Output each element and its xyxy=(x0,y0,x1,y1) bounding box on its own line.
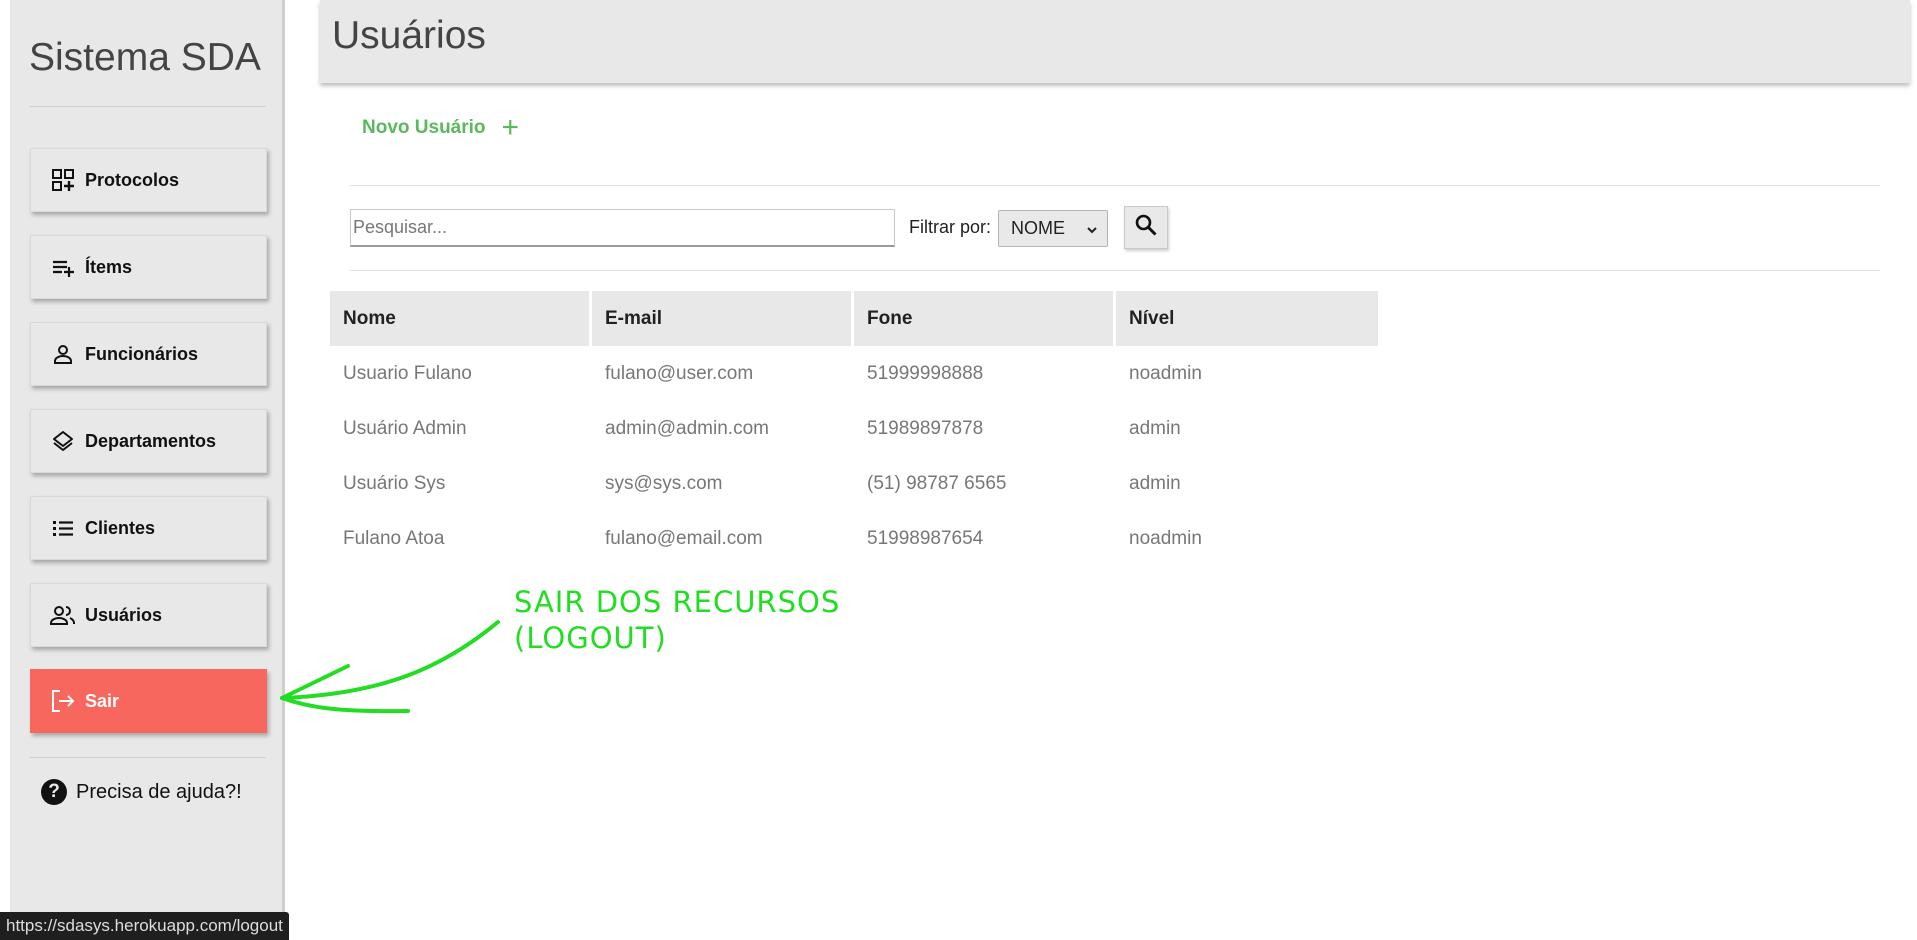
layers-icon xyxy=(50,428,76,454)
filter-selected-value: NOME xyxy=(1011,218,1065,238)
sidebar-divider xyxy=(29,757,266,758)
people-icon xyxy=(50,602,76,628)
sidebar-item-label: Clientes xyxy=(85,517,156,538)
new-user-button[interactable]: Novo Usuário + xyxy=(362,111,520,144)
list-icon xyxy=(50,515,76,541)
question-icon: ? xyxy=(41,779,67,805)
page-title: Usuários xyxy=(332,14,486,57)
table-row[interactable]: Usuário Sys sys@sys.com (51) 98787 6565 … xyxy=(330,456,1378,511)
table-header-row: Nome E-mail Fone Nível xyxy=(330,291,1378,346)
logout-label: Sair xyxy=(85,690,120,711)
search-button[interactable] xyxy=(1124,206,1168,249)
help-link[interactable]: ? Precisa de ajuda?! xyxy=(41,779,242,805)
column-header-email[interactable]: E-mail xyxy=(592,291,854,346)
cell-nome: Usuário Sys xyxy=(343,472,446,494)
table-row[interactable]: Usuario Fulano fulano@user.com 519999988… xyxy=(330,346,1378,401)
table-row[interactable]: Fulano Atoa fulano@email.com 51998987654… xyxy=(330,511,1378,566)
annotation-arrow xyxy=(280,620,500,714)
logout-annotation: SAIR DOS RECURSOS (LOGOUT) xyxy=(514,584,840,656)
sidebar-item-label: Funcionários xyxy=(85,343,199,364)
sidebar-item-departamentos[interactable]: Departamentos xyxy=(30,409,267,473)
cell-fone: 51989897878 xyxy=(867,417,984,439)
sidebar-item-protocolos[interactable]: Protocolos xyxy=(30,148,267,212)
playlist-add-icon xyxy=(50,254,76,280)
status-bar-url: https://sdasys.herokuapp.com/logout xyxy=(0,912,289,940)
column-header-nome[interactable]: Nome xyxy=(330,291,592,346)
filter-label: Filtrar por: xyxy=(909,217,992,237)
cell-fone: 51999998888 xyxy=(867,362,984,384)
logout-icon xyxy=(50,688,76,714)
cell-email: admin@admin.com xyxy=(605,417,769,439)
cell-nivel: admin xyxy=(1129,472,1181,494)
cell-email: fulano@user.com xyxy=(605,362,754,384)
logout-button[interactable]: Sair xyxy=(30,669,267,733)
new-user-label: Novo Usuário xyxy=(362,117,486,138)
chevron-down-icon xyxy=(1085,221,1099,242)
column-header-nivel[interactable]: Nível xyxy=(1116,291,1378,346)
cell-nivel: admin xyxy=(1129,417,1181,439)
person-icon xyxy=(50,341,76,367)
grid-plus-icon xyxy=(50,167,76,193)
sidebar: Sistema SDA Protocolos Ítems Funcionário… xyxy=(10,0,285,940)
table-row[interactable]: Usuário Admin admin@admin.com 5198989787… xyxy=(330,401,1378,456)
sidebar-item-label: Ítems xyxy=(85,256,133,277)
brand-title: Sistema SDA xyxy=(29,36,261,79)
sidebar-item-label: Departamentos xyxy=(85,430,217,451)
sidebar-divider xyxy=(29,106,266,107)
filter-select[interactable]: NOME xyxy=(998,210,1108,247)
cell-email: sys@sys.com xyxy=(605,472,723,494)
sidebar-item-items[interactable]: Ítems xyxy=(30,235,267,299)
divider xyxy=(350,270,1880,271)
magnifier-icon xyxy=(1134,213,1158,242)
plus-icon: + xyxy=(501,111,520,144)
cell-nivel: noadmin xyxy=(1129,527,1202,549)
cell-fone: 51998987654 xyxy=(867,527,984,549)
sidebar-item-label: Usuários xyxy=(85,604,163,625)
help-label: Precisa de ajuda?! xyxy=(76,780,242,803)
column-header-fone[interactable]: Fone xyxy=(854,291,1116,346)
annotation-line: SAIR DOS RECURSOS xyxy=(514,585,841,619)
cell-nome: Usuario Fulano xyxy=(343,362,472,384)
cell-fone: (51) 98787 6565 xyxy=(867,472,1007,494)
search-input[interactable] xyxy=(350,209,895,247)
divider xyxy=(350,185,1880,186)
cell-nome: Usuário Admin xyxy=(343,417,467,439)
sidebar-item-usuarios[interactable]: Usuários xyxy=(30,583,267,647)
sidebar-item-label: Protocolos xyxy=(85,169,180,190)
cell-nome: Fulano Atoa xyxy=(343,527,445,549)
sidebar-item-clientes[interactable]: Clientes xyxy=(30,496,267,560)
sidebar-item-funcionarios[interactable]: Funcionários xyxy=(30,322,267,386)
cell-email: fulano@email.com xyxy=(605,527,763,549)
annotation-line: (LOGOUT) xyxy=(514,621,667,655)
page-header: Usuários xyxy=(320,0,1910,83)
users-table: Nome E-mail Fone Nível Usuario Fulano fu… xyxy=(330,291,1378,566)
cell-nivel: noadmin xyxy=(1129,362,1202,384)
